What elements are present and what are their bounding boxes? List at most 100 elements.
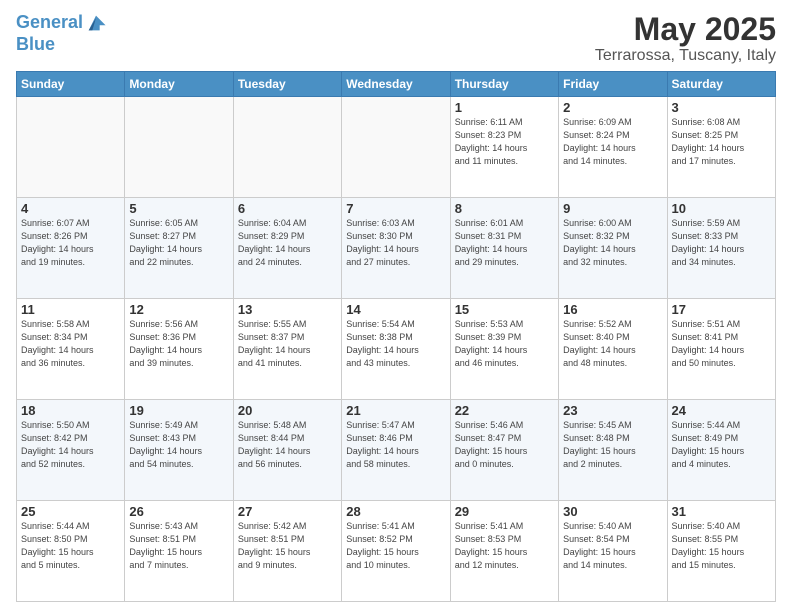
- day-info: Sunrise: 5:55 AM Sunset: 8:37 PM Dayligh…: [238, 318, 337, 370]
- day-number: 12: [129, 302, 228, 317]
- col-tuesday: Tuesday: [233, 72, 341, 97]
- table-cell: 1Sunrise: 6:11 AM Sunset: 8:23 PM Daylig…: [450, 97, 558, 198]
- day-number: 7: [346, 201, 445, 216]
- table-cell: 18Sunrise: 5:50 AM Sunset: 8:42 PM Dayli…: [17, 400, 125, 501]
- logo-icon: [85, 12, 107, 34]
- day-info: Sunrise: 5:44 AM Sunset: 8:49 PM Dayligh…: [672, 419, 771, 471]
- table-cell: 15Sunrise: 5:53 AM Sunset: 8:39 PM Dayli…: [450, 299, 558, 400]
- day-info: Sunrise: 5:46 AM Sunset: 8:47 PM Dayligh…: [455, 419, 554, 471]
- col-saturday: Saturday: [667, 72, 775, 97]
- col-wednesday: Wednesday: [342, 72, 450, 97]
- table-cell: 17Sunrise: 5:51 AM Sunset: 8:41 PM Dayli…: [667, 299, 775, 400]
- table-cell: 12Sunrise: 5:56 AM Sunset: 8:36 PM Dayli…: [125, 299, 233, 400]
- table-cell: 20Sunrise: 5:48 AM Sunset: 8:44 PM Dayli…: [233, 400, 341, 501]
- day-number: 28: [346, 504, 445, 519]
- day-number: 25: [21, 504, 120, 519]
- day-info: Sunrise: 5:54 AM Sunset: 8:38 PM Dayligh…: [346, 318, 445, 370]
- table-cell: 4Sunrise: 6:07 AM Sunset: 8:26 PM Daylig…: [17, 198, 125, 299]
- day-info: Sunrise: 5:59 AM Sunset: 8:33 PM Dayligh…: [672, 217, 771, 269]
- week-row-2: 4Sunrise: 6:07 AM Sunset: 8:26 PM Daylig…: [17, 198, 776, 299]
- day-info: Sunrise: 6:04 AM Sunset: 8:29 PM Dayligh…: [238, 217, 337, 269]
- day-info: Sunrise: 5:53 AM Sunset: 8:39 PM Dayligh…: [455, 318, 554, 370]
- day-number: 9: [563, 201, 662, 216]
- table-cell: 9Sunrise: 6:00 AM Sunset: 8:32 PM Daylig…: [559, 198, 667, 299]
- day-number: 13: [238, 302, 337, 317]
- day-info: Sunrise: 5:49 AM Sunset: 8:43 PM Dayligh…: [129, 419, 228, 471]
- table-cell: 3Sunrise: 6:08 AM Sunset: 8:25 PM Daylig…: [667, 97, 775, 198]
- day-info: Sunrise: 6:09 AM Sunset: 8:24 PM Dayligh…: [563, 116, 662, 168]
- day-info: Sunrise: 5:52 AM Sunset: 8:40 PM Dayligh…: [563, 318, 662, 370]
- day-info: Sunrise: 5:41 AM Sunset: 8:52 PM Dayligh…: [346, 520, 445, 572]
- day-number: 22: [455, 403, 554, 418]
- table-cell: 30Sunrise: 5:40 AM Sunset: 8:54 PM Dayli…: [559, 501, 667, 602]
- month-title: May 2025: [595, 12, 776, 47]
- day-number: 19: [129, 403, 228, 418]
- day-info: Sunrise: 6:08 AM Sunset: 8:25 PM Dayligh…: [672, 116, 771, 168]
- day-number: 26: [129, 504, 228, 519]
- day-info: Sunrise: 6:11 AM Sunset: 8:23 PM Dayligh…: [455, 116, 554, 168]
- day-info: Sunrise: 6:00 AM Sunset: 8:32 PM Dayligh…: [563, 217, 662, 269]
- table-cell: 19Sunrise: 5:49 AM Sunset: 8:43 PM Dayli…: [125, 400, 233, 501]
- col-friday: Friday: [559, 72, 667, 97]
- header-row: Sunday Monday Tuesday Wednesday Thursday…: [17, 72, 776, 97]
- week-row-5: 25Sunrise: 5:44 AM Sunset: 8:50 PM Dayli…: [17, 501, 776, 602]
- day-info: Sunrise: 5:50 AM Sunset: 8:42 PM Dayligh…: [21, 419, 120, 471]
- day-info: Sunrise: 5:40 AM Sunset: 8:55 PM Dayligh…: [672, 520, 771, 572]
- week-row-4: 18Sunrise: 5:50 AM Sunset: 8:42 PM Dayli…: [17, 400, 776, 501]
- table-cell: 8Sunrise: 6:01 AM Sunset: 8:31 PM Daylig…: [450, 198, 558, 299]
- col-sunday: Sunday: [17, 72, 125, 97]
- day-number: 27: [238, 504, 337, 519]
- day-number: 23: [563, 403, 662, 418]
- day-number: 18: [21, 403, 120, 418]
- day-info: Sunrise: 5:48 AM Sunset: 8:44 PM Dayligh…: [238, 419, 337, 471]
- day-number: 10: [672, 201, 771, 216]
- day-number: 31: [672, 504, 771, 519]
- col-thursday: Thursday: [450, 72, 558, 97]
- day-info: Sunrise: 6:05 AM Sunset: 8:27 PM Dayligh…: [129, 217, 228, 269]
- location-title: Terrarossa, Tuscany, Italy: [595, 47, 776, 65]
- day-number: 17: [672, 302, 771, 317]
- day-info: Sunrise: 5:51 AM Sunset: 8:41 PM Dayligh…: [672, 318, 771, 370]
- day-number: 11: [21, 302, 120, 317]
- table-cell: 14Sunrise: 5:54 AM Sunset: 8:38 PM Dayli…: [342, 299, 450, 400]
- day-info: Sunrise: 5:45 AM Sunset: 8:48 PM Dayligh…: [563, 419, 662, 471]
- table-cell: 5Sunrise: 6:05 AM Sunset: 8:27 PM Daylig…: [125, 198, 233, 299]
- day-number: 6: [238, 201, 337, 216]
- week-row-3: 11Sunrise: 5:58 AM Sunset: 8:34 PM Dayli…: [17, 299, 776, 400]
- table-cell: [17, 97, 125, 198]
- day-info: Sunrise: 5:43 AM Sunset: 8:51 PM Dayligh…: [129, 520, 228, 572]
- table-cell: 16Sunrise: 5:52 AM Sunset: 8:40 PM Dayli…: [559, 299, 667, 400]
- day-info: Sunrise: 5:42 AM Sunset: 8:51 PM Dayligh…: [238, 520, 337, 572]
- day-number: 1: [455, 100, 554, 115]
- day-info: Sunrise: 5:44 AM Sunset: 8:50 PM Dayligh…: [21, 520, 120, 572]
- table-cell: 7Sunrise: 6:03 AM Sunset: 8:30 PM Daylig…: [342, 198, 450, 299]
- day-number: 14: [346, 302, 445, 317]
- page: General Blue May 2025 Terrarossa, Tuscan…: [0, 0, 792, 612]
- table-cell: 28Sunrise: 5:41 AM Sunset: 8:52 PM Dayli…: [342, 501, 450, 602]
- day-number: 20: [238, 403, 337, 418]
- table-cell: [233, 97, 341, 198]
- day-info: Sunrise: 5:40 AM Sunset: 8:54 PM Dayligh…: [563, 520, 662, 572]
- col-monday: Monday: [125, 72, 233, 97]
- day-info: Sunrise: 5:47 AM Sunset: 8:46 PM Dayligh…: [346, 419, 445, 471]
- table-cell: [125, 97, 233, 198]
- table-cell: 31Sunrise: 5:40 AM Sunset: 8:55 PM Dayli…: [667, 501, 775, 602]
- day-number: 24: [672, 403, 771, 418]
- day-number: 16: [563, 302, 662, 317]
- day-info: Sunrise: 6:03 AM Sunset: 8:30 PM Dayligh…: [346, 217, 445, 269]
- day-number: 2: [563, 100, 662, 115]
- logo-text: General: [16, 13, 83, 33]
- table-cell: 10Sunrise: 5:59 AM Sunset: 8:33 PM Dayli…: [667, 198, 775, 299]
- calendar-table: Sunday Monday Tuesday Wednesday Thursday…: [16, 71, 776, 602]
- table-cell: 27Sunrise: 5:42 AM Sunset: 8:51 PM Dayli…: [233, 501, 341, 602]
- header: General Blue May 2025 Terrarossa, Tuscan…: [16, 12, 776, 65]
- day-info: Sunrise: 6:01 AM Sunset: 8:31 PM Dayligh…: [455, 217, 554, 269]
- day-number: 8: [455, 201, 554, 216]
- logo-line2: Blue: [16, 34, 107, 55]
- table-cell: 6Sunrise: 6:04 AM Sunset: 8:29 PM Daylig…: [233, 198, 341, 299]
- day-info: Sunrise: 5:56 AM Sunset: 8:36 PM Dayligh…: [129, 318, 228, 370]
- table-cell: 23Sunrise: 5:45 AM Sunset: 8:48 PM Dayli…: [559, 400, 667, 501]
- table-cell: 21Sunrise: 5:47 AM Sunset: 8:46 PM Dayli…: [342, 400, 450, 501]
- day-info: Sunrise: 5:58 AM Sunset: 8:34 PM Dayligh…: [21, 318, 120, 370]
- day-number: 4: [21, 201, 120, 216]
